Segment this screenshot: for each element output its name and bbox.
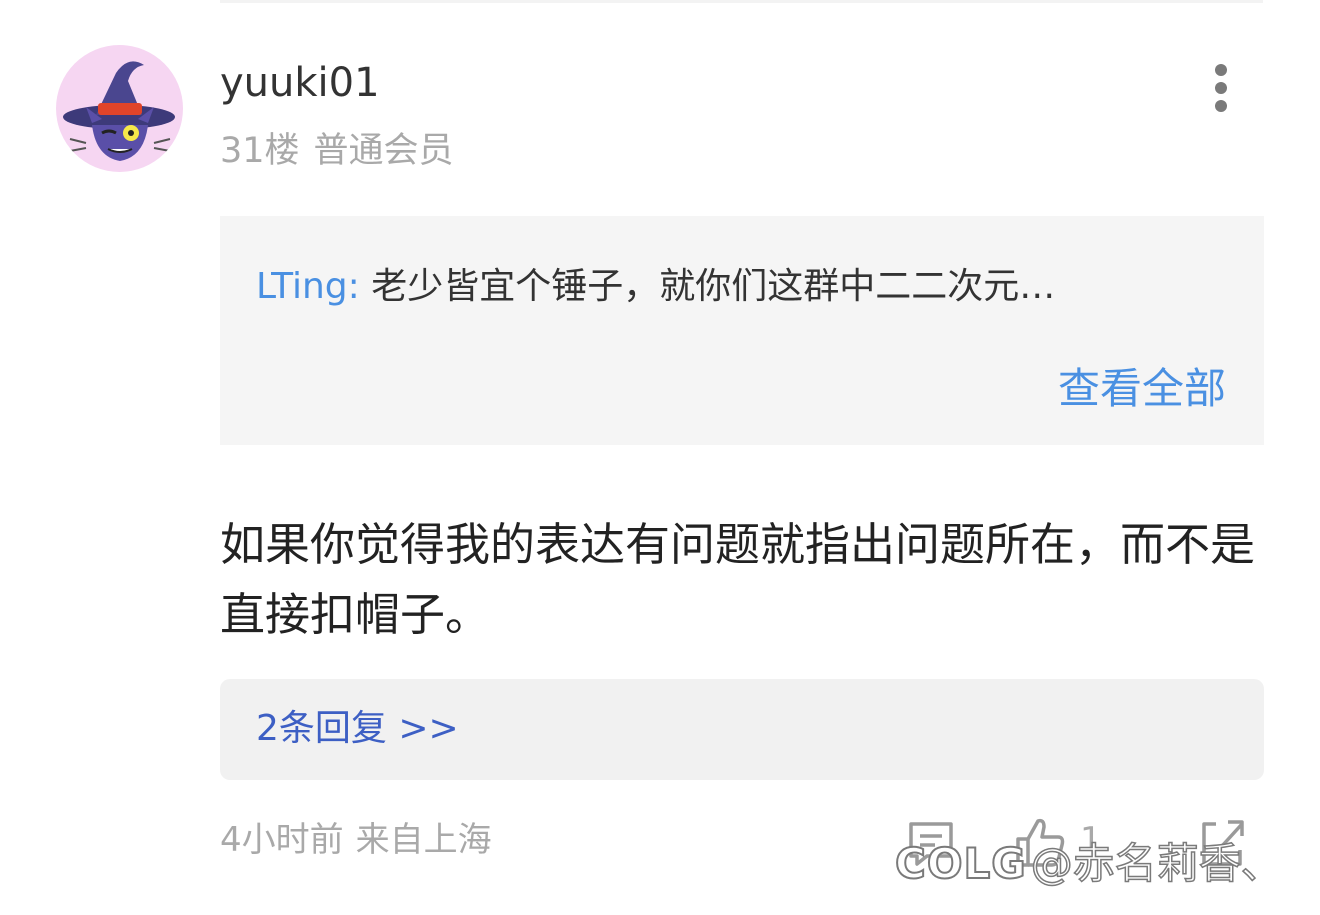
member-level: 普通会员 (313, 131, 454, 171)
post-time: 4小时前 (220, 820, 344, 860)
view-all-link[interactable]: 查看全部 (1058, 361, 1226, 417)
post-footer-meta: 4小时前 来自上海 (220, 817, 492, 863)
quote-text: 老少皆宜个锤子，就你们这群中二二次元… (371, 266, 1056, 307)
comment-body: 如果你觉得我的表达有问题就指出问题所在，而不是直接扣帽子。 (220, 518, 1256, 641)
replies-link[interactable]: 2条回复 >> (256, 704, 459, 754)
replies-box[interactable]: 2条回复 >> (220, 679, 1264, 780)
witch-cat-avatar-icon (63, 61, 175, 161)
post-location: 来自上海 (355, 820, 492, 860)
comment-page: yuuki01 31楼 普通会员 LTing: 老少皆宜个锤子，就你们这群中二二次… (0, 0, 1320, 915)
watermark-text: @赤名莉香、 (1030, 838, 1284, 889)
quote-line: LTing: 老少皆宜个锤子，就你们这群中二二次元… (256, 262, 1055, 312)
post-meta: 31楼 普通会员 (220, 128, 454, 174)
watermark-logo: COLG (894, 838, 1027, 889)
watermark: COLG @赤名莉香、 (894, 834, 1284, 894)
more-options-button[interactable] (1198, 60, 1244, 120)
avatar[interactable] (56, 45, 183, 172)
more-vertical-icon (1215, 64, 1227, 112)
quoted-comment: LTing: 老少皆宜个锤子，就你们这群中二二次元… 查看全部 (220, 216, 1264, 445)
top-divider (220, 0, 1263, 3)
quote-author[interactable]: LTing: (256, 266, 360, 307)
username[interactable]: yuuki01 (220, 56, 380, 110)
floor-number: 31楼 (220, 131, 300, 171)
